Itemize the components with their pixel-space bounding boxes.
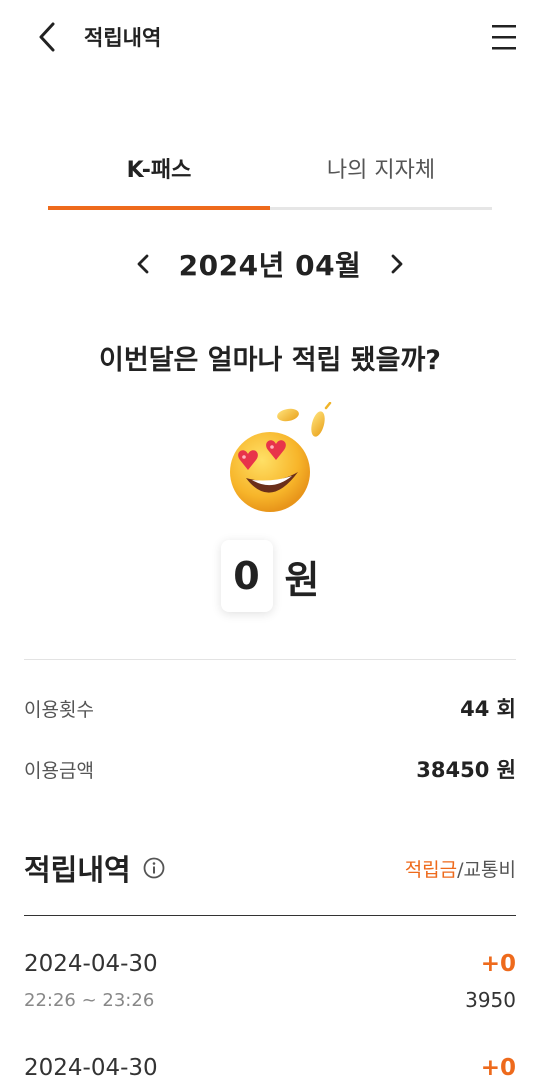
usage-amount-value: 38450 원 [416, 758, 516, 782]
toggle-reward[interactable]: 적립금 [405, 859, 457, 881]
amount-unit: 원 [284, 557, 320, 602]
menu-button[interactable] [486, 18, 522, 56]
usage-amount-label: 이용금액 [24, 759, 94, 782]
app-header: 적립내역 [0, 0, 540, 76]
entry-date: 2024-04-30 [24, 1055, 158, 1081]
heart-eyes-coin-icon [230, 401, 332, 512]
monthly-question: 이번달은 얼마나 적립 됐을까? [99, 345, 441, 376]
tab-bar: K-패스 나의 지자체 [48, 140, 492, 212]
chevron-right-icon [391, 254, 403, 274]
history-divider [24, 915, 516, 916]
divider [24, 659, 516, 660]
entry-fare: 3950 [465, 988, 516, 1012]
earned-amount: 0 원 [0, 538, 540, 614]
usage-amount-row: 이용금액 38450 원 [24, 749, 516, 789]
hamburger-menu-icon [492, 25, 516, 50]
tab-kpass[interactable]: K-패스 [48, 140, 270, 208]
chevron-left-icon [39, 22, 55, 52]
next-month-button[interactable] [383, 244, 411, 284]
entry-main-line: 2024-04-30 +0 [24, 1052, 516, 1084]
tab-active-indicator [48, 206, 270, 210]
prev-month-button[interactable] [129, 244, 157, 284]
info-button[interactable] [143, 857, 165, 879]
amount-value: 0 [220, 540, 273, 612]
entry-date: 2024-04-30 [24, 951, 158, 977]
entry-main-line: 2024-04-30 +0 [24, 948, 516, 980]
history-entry[interactable]: 2024-04-30 +0 [24, 1052, 516, 1084]
page-title: 적립내역 [84, 26, 162, 50]
history-entry[interactable]: 2024-04-30 +0 22:26 ~ 23:26 3950 [24, 948, 516, 1020]
info-circle-icon [143, 857, 165, 879]
history-view-toggle: 적립금/교통비 [405, 855, 516, 882]
month-navigator: 2024년 04월 [0, 238, 540, 290]
current-month-label: 2024년 04월 [178, 249, 362, 282]
back-button[interactable] [30, 18, 64, 56]
entry-sub-line: 22:26 ~ 23:26 3950 [24, 980, 516, 1020]
history-title: 적립내역 [24, 853, 131, 887]
heart-eyes-coin-emoji [218, 401, 334, 518]
usage-count-label: 이용횟수 [24, 698, 94, 721]
tab-my-local-government[interactable]: 나의 지자체 [270, 140, 492, 208]
entry-reward: +0 [480, 951, 516, 977]
entry-time: 22:26 ~ 23:26 [24, 989, 155, 1011]
chevron-left-icon [137, 254, 149, 274]
usage-count-value: 44 회 [460, 697, 516, 721]
usage-count-row: 이용횟수 44 회 [24, 688, 516, 728]
history-header: 적립내역 적립금/교통비 [24, 846, 516, 890]
entry-reward: +0 [480, 1055, 516, 1081]
toggle-fare[interactable]: 교통비 [464, 859, 516, 881]
history-title-group: 적립내역 [24, 847, 165, 889]
